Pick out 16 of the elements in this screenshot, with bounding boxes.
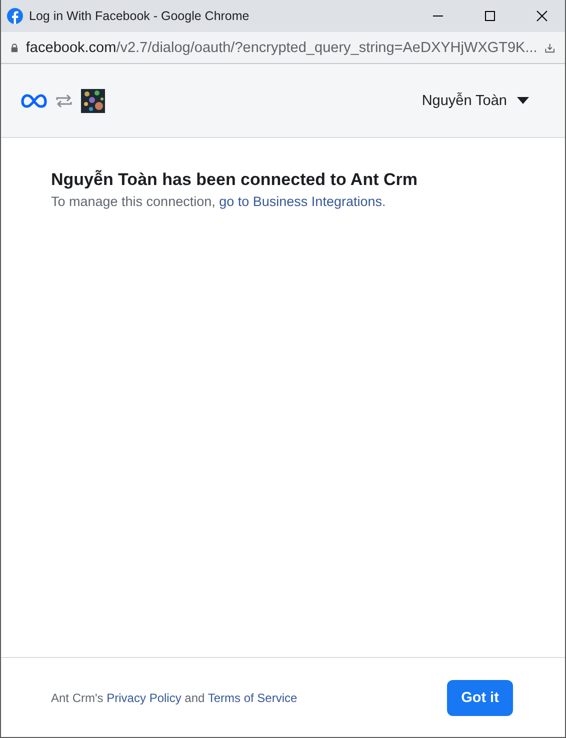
facebook-logo-icon bbox=[7, 8, 23, 24]
policy-text: Ant Crm's Privacy Policy and Terms of Service bbox=[51, 690, 298, 704]
window-title: Log in With Facebook - Google Chrome bbox=[29, 9, 250, 23]
business-integrations-link[interactable]: go to Business Integrations bbox=[219, 194, 382, 209]
lock-icon bbox=[11, 42, 18, 54]
connection-title: Nguyễn Toàn has been connected to Ant Crm bbox=[51, 170, 418, 190]
close-icon bbox=[536, 10, 548, 22]
manage-connection-text: To manage this connection, go to Business Integrations. bbox=[51, 194, 387, 209]
swap-icon bbox=[55, 92, 73, 108]
got-it-button[interactable]: Got it bbox=[447, 680, 513, 716]
infinity-logo-icon bbox=[21, 94, 47, 108]
maximize-icon bbox=[484, 10, 496, 22]
terms-link[interactable]: Terms of Service bbox=[208, 690, 298, 704]
caret-icon bbox=[517, 97, 529, 104]
privacy-policy-link[interactable]: Privacy Policy bbox=[106, 690, 182, 704]
account-menu-button[interactable]: Nguyễn Toàn bbox=[422, 92, 529, 108]
